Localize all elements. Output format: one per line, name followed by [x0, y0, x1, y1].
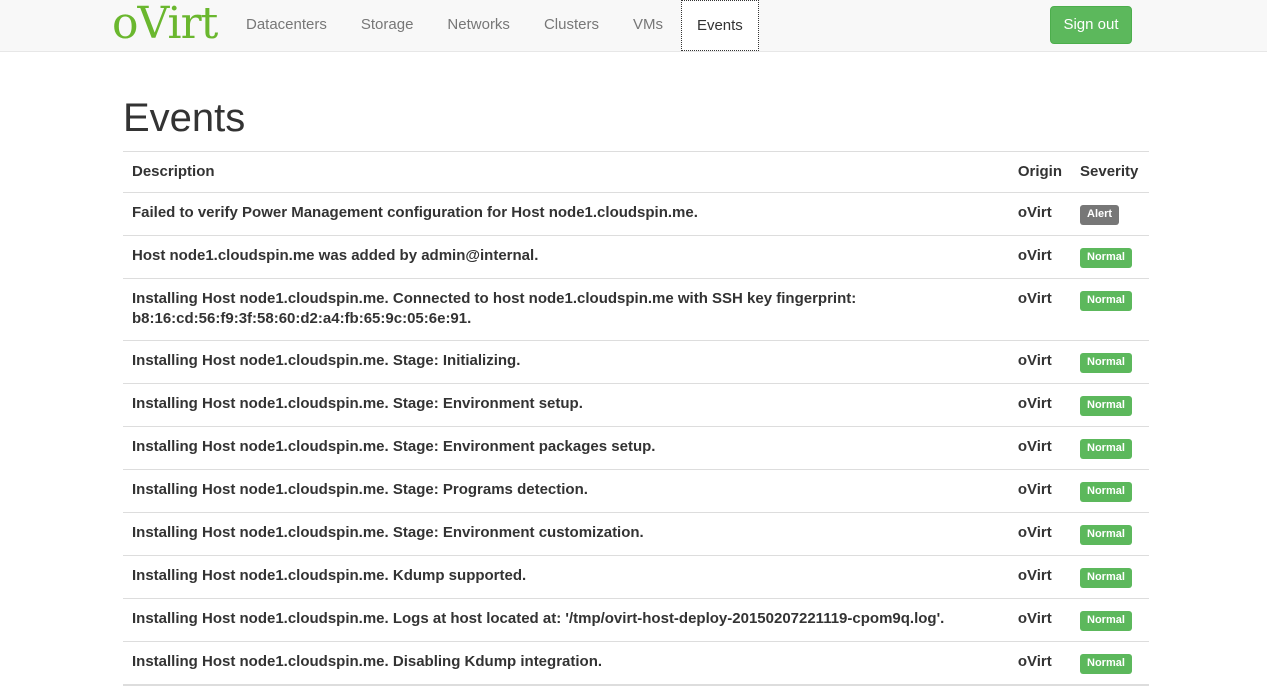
table-row: Installing Host node1.cloudspin.me. Stag… [123, 339, 1149, 383]
event-severity-cell: Normal [1071, 554, 1149, 598]
table-row: Failed to verify Power Management config… [123, 191, 1149, 235]
event-origin: oVirt [1008, 277, 1071, 340]
severity-badge: Alert [1080, 204, 1120, 225]
severity-badge: Normal [1080, 290, 1132, 311]
event-description: Installing Host node1.cloudspin.me. Kdum… [123, 554, 1009, 598]
event-severity-cell: Normal [1071, 425, 1149, 469]
top-navbar: oVirt Datacenters Storage Networks Clust… [0, 0, 1267, 52]
event-description: Installing Host node1.cloudspin.me. Stag… [123, 511, 1009, 555]
nav-storage[interactable]: Storage [344, 0, 431, 51]
event-description: Host node1.cloudspin.me was added by adm… [123, 234, 1009, 278]
table-row: Host node1.cloudspin.me was added by adm… [123, 234, 1149, 278]
main-nav: Datacenters Storage Networks Clusters VM… [229, 0, 759, 52]
event-description: Installing Host node1.cloudspin.me. Conn… [123, 277, 1009, 340]
severity-badge: Normal [1080, 610, 1132, 631]
event-origin: oVirt [1008, 339, 1071, 383]
severity-badge: Normal [1080, 524, 1132, 545]
event-severity-cell: Normal [1071, 234, 1149, 278]
table-row: Installing Host node1.cloudspin.me. Disa… [123, 640, 1149, 686]
event-origin: oVirt [1008, 511, 1071, 555]
severity-badge: Normal [1080, 395, 1132, 416]
table-row: Installing Host node1.cloudspin.me. Logs… [123, 597, 1149, 641]
event-description: Installing Host node1.cloudspin.me. Stag… [123, 468, 1009, 512]
event-description: Installing Host node1.cloudspin.me. Stag… [123, 425, 1009, 469]
event-severity-cell: Normal [1071, 382, 1149, 426]
column-header-origin: Origin [1008, 151, 1071, 193]
event-severity-cell: Alert [1071, 191, 1149, 235]
table-row: Installing Host node1.cloudspin.me. Stag… [123, 511, 1149, 555]
severity-badge: Normal [1080, 481, 1132, 502]
sign-out-button[interactable]: Sign out [1050, 6, 1132, 44]
event-severity-cell: Normal [1071, 277, 1149, 340]
nav-datacenters[interactable]: Datacenters [229, 0, 344, 51]
column-header-description: Description [123, 151, 1009, 193]
table-row: Installing Host node1.cloudspin.me. Stag… [123, 468, 1149, 512]
nav-vms[interactable]: VMs [616, 0, 680, 51]
event-origin: oVirt [1008, 554, 1071, 598]
brand-logo[interactable]: oVirt [112, 0, 218, 49]
event-severity-cell: Normal [1071, 640, 1149, 686]
table-row: Installing Host node1.cloudspin.me. Conn… [123, 277, 1149, 340]
severity-badge: Normal [1080, 653, 1132, 674]
event-description: Failed to verify Power Management config… [123, 191, 1009, 235]
event-origin: oVirt [1008, 382, 1071, 426]
events-table: Description Origin Severity Failed to ve… [123, 151, 1149, 686]
column-header-severity: Severity [1071, 151, 1149, 193]
event-severity-cell: Normal [1071, 597, 1149, 641]
table-row: Installing Host node1.cloudspin.me. Stag… [123, 382, 1149, 426]
event-origin: oVirt [1008, 640, 1071, 686]
table-row: Installing Host node1.cloudspin.me. Stag… [123, 425, 1149, 469]
severity-badge: Normal [1080, 438, 1132, 459]
event-origin: oVirt [1008, 425, 1071, 469]
event-description: Installing Host node1.cloudspin.me. Stag… [123, 339, 1009, 383]
severity-badge: Normal [1080, 567, 1132, 588]
page-title: Events [123, 96, 246, 140]
nav-events[interactable]: Events [680, 0, 759, 51]
events-table-body: Failed to verify Power Management config… [123, 191, 1149, 686]
table-header-row: Description Origin Severity [123, 151, 1149, 193]
event-description: Installing Host node1.cloudspin.me. Logs… [123, 597, 1009, 641]
event-origin: oVirt [1008, 597, 1071, 641]
nav-clusters[interactable]: Clusters [527, 0, 616, 51]
event-severity-cell: Normal [1071, 511, 1149, 555]
nav-networks[interactable]: Networks [430, 0, 527, 51]
table-row: Installing Host node1.cloudspin.me. Kdum… [123, 554, 1149, 598]
severity-badge: Normal [1080, 247, 1132, 268]
severity-badge: Normal [1080, 352, 1132, 373]
event-description: Installing Host node1.cloudspin.me. Disa… [123, 640, 1009, 686]
event-origin: oVirt [1008, 234, 1071, 278]
event-description: Installing Host node1.cloudspin.me. Stag… [123, 382, 1009, 426]
event-severity-cell: Normal [1071, 339, 1149, 383]
event-origin: oVirt [1008, 468, 1071, 512]
event-origin: oVirt [1008, 191, 1071, 235]
event-severity-cell: Normal [1071, 468, 1149, 512]
